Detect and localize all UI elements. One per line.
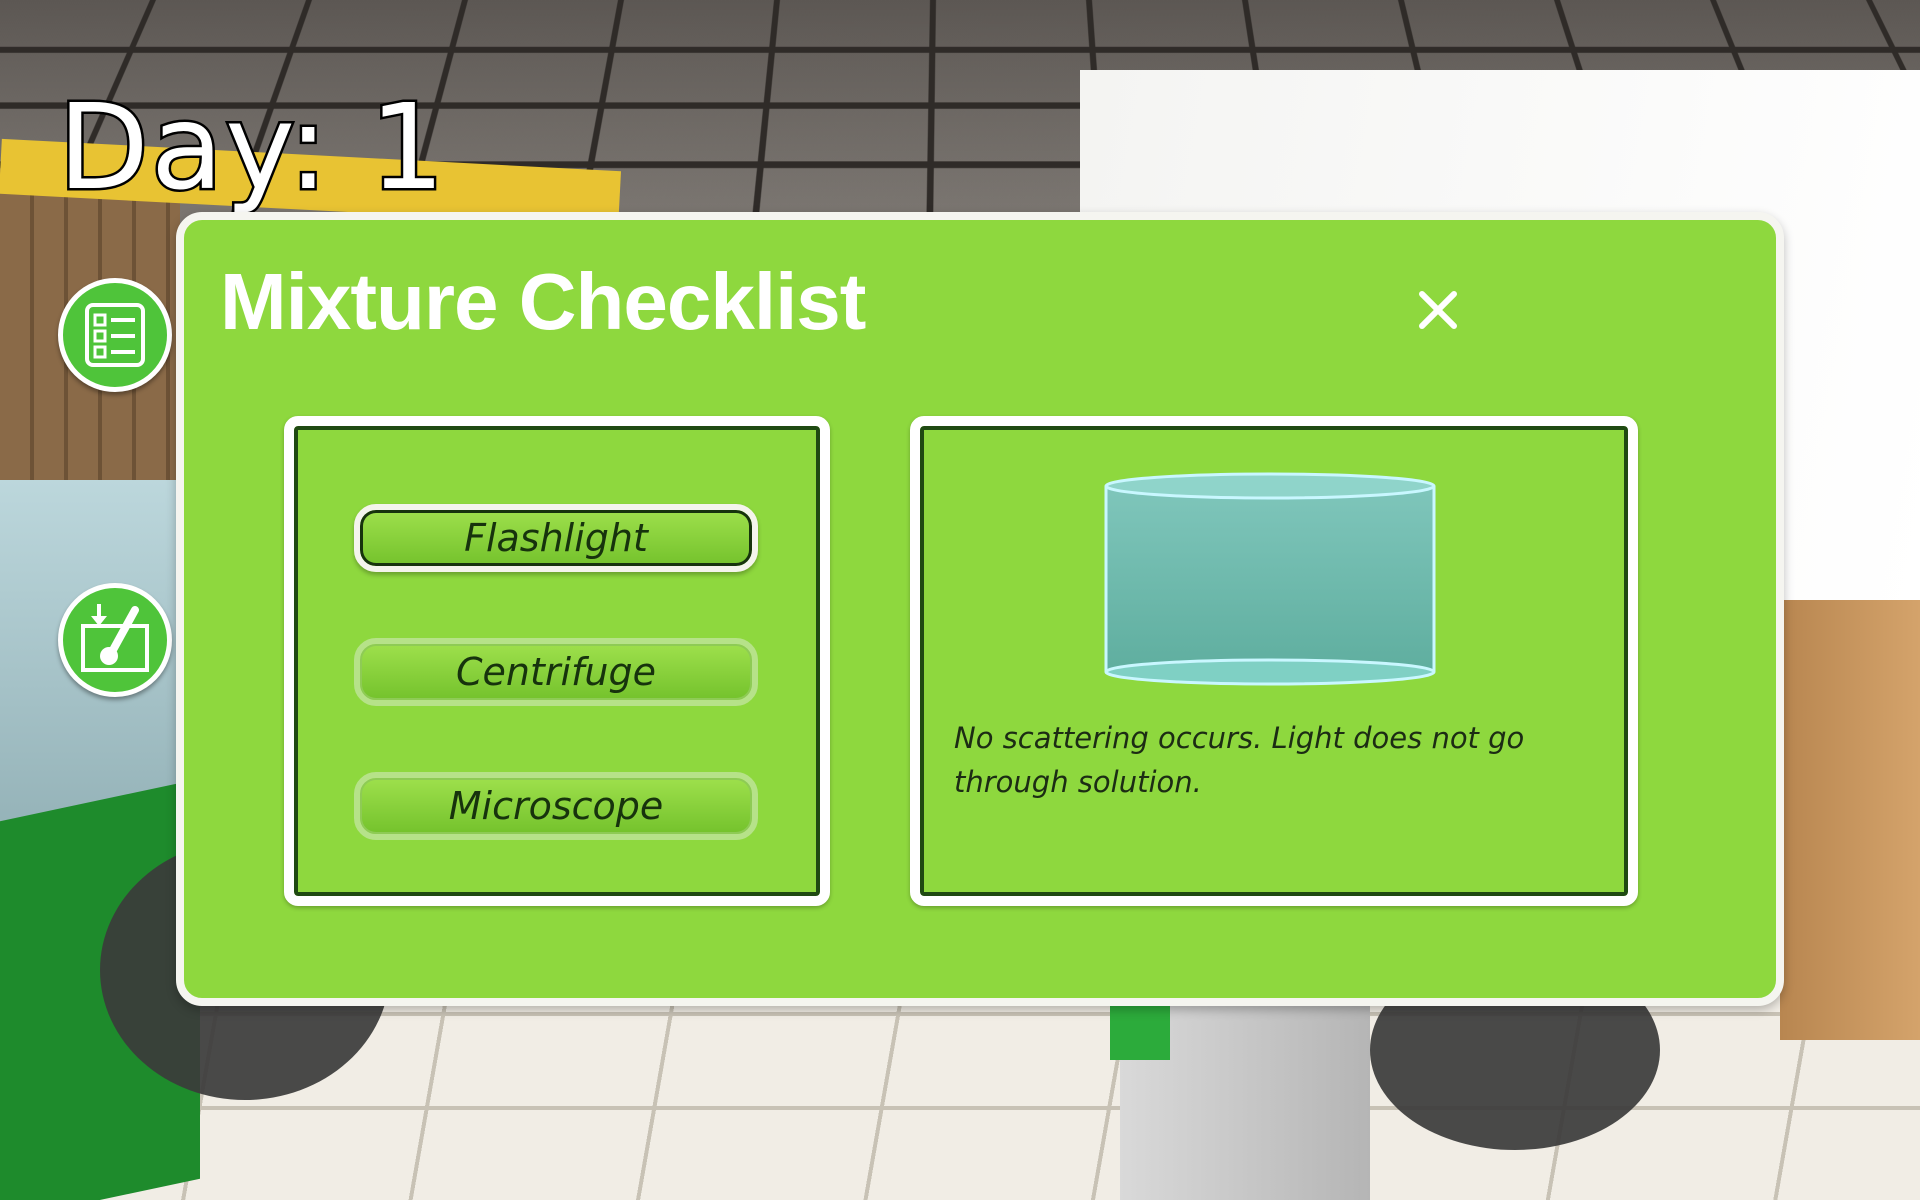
beaker-solution-image — [1104, 472, 1436, 686]
mixture-checklist-dialog: Mixture Checklist Flashlight Centrifuge … — [176, 212, 1784, 1006]
centrifuge-button[interactable]: Centrifuge — [354, 638, 758, 706]
sample-tray-icon — [81, 604, 149, 672]
sample-tray-button[interactable] — [58, 583, 172, 697]
day-counter: Day: 1 — [56, 78, 448, 216]
green-block — [1110, 1000, 1170, 1060]
close-button[interactable] — [1406, 278, 1470, 342]
close-icon — [1419, 291, 1457, 329]
microscope-button[interactable]: Microscope — [354, 772, 758, 840]
checklist-button[interactable] — [58, 278, 172, 392]
cardboard-box — [1780, 600, 1920, 1040]
tool-selection-panel: Flashlight Centrifuge Microscope — [284, 416, 830, 906]
result-panel: No scattering occurs. Light does not go … — [910, 416, 1638, 906]
flashlight-button[interactable]: Flashlight — [354, 504, 758, 572]
result-description: No scattering occurs. Light does not go … — [954, 721, 1525, 799]
dialog-title: Mixture Checklist — [220, 257, 866, 346]
checklist-icon — [85, 303, 145, 367]
